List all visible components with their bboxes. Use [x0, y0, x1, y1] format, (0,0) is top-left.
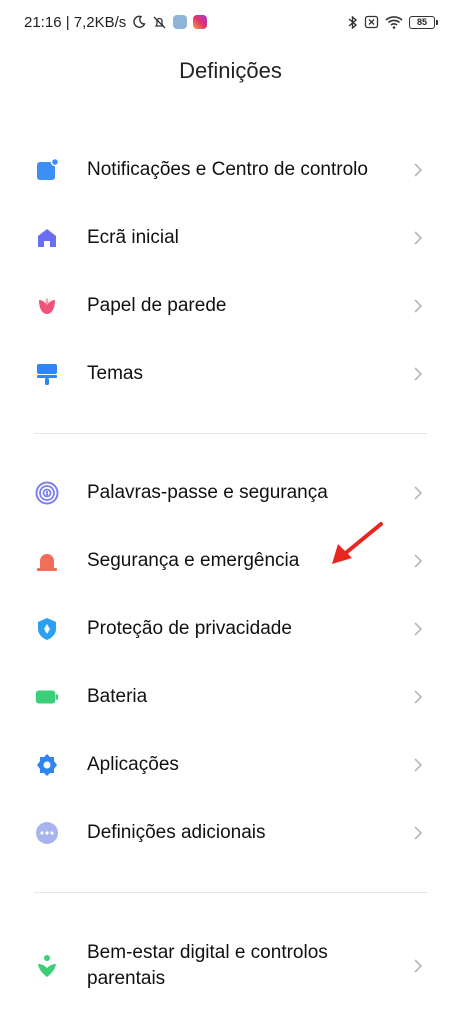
chevron-right-icon: [409, 229, 427, 247]
no-sim-icon: [364, 15, 379, 29]
app-notification-icon: [173, 15, 188, 29]
settings-item-passwords-security[interactable]: Palavras-passe e segurança: [0, 467, 461, 519]
settings-item-home-screen[interactable]: Ecrã inicial: [0, 212, 461, 264]
more-icon: [35, 821, 59, 845]
section-divider: [34, 892, 427, 893]
battery-icon: [35, 685, 59, 709]
status-time-info: 21:16 | 7,2KB/s: [24, 13, 127, 31]
chevron-right-icon: [409, 620, 427, 638]
wellbeing-icon: [35, 954, 59, 978]
chevron-right-icon: [409, 552, 427, 570]
settings-item-themes[interactable]: Temas: [0, 348, 461, 400]
moon-icon: [132, 15, 146, 29]
chevron-right-icon: [409, 365, 427, 383]
chevron-right-icon: [409, 297, 427, 315]
home-icon: [35, 226, 59, 250]
brush-icon: [35, 362, 59, 386]
instagram-icon: [193, 15, 208, 29]
chevron-right-icon: [409, 688, 427, 706]
settings-item-label: Bem-estar digital e controlos parentais: [87, 942, 328, 989]
red-arrow-icon: [326, 518, 386, 568]
gear-icon: [35, 753, 59, 777]
settings-item-notifications[interactable]: Notificações e Centro de controlo: [0, 132, 461, 208]
page-title: Definições: [179, 58, 282, 83]
chevron-right-icon: [409, 957, 427, 975]
tulip-icon: [35, 294, 59, 318]
settings-item-label: Aplicações: [87, 754, 179, 775]
battery-status-icon: 85: [409, 15, 438, 29]
status-bar: 21:16 | 7,2KB/s 85: [0, 0, 461, 44]
settings-item-additional[interactable]: Definições adicionais: [0, 807, 461, 859]
settings-item-label: Temas: [87, 363, 143, 384]
settings-item-safety-emergency[interactable]: Segurança e emergência: [0, 535, 461, 587]
settings-item-label: Ecrã inicial: [87, 227, 179, 248]
bell-muted-icon: [152, 15, 167, 30]
settings-item-label: Definições adicionais: [87, 822, 266, 843]
settings-item-wallpaper[interactable]: Papel de parede: [0, 280, 461, 332]
settings-item-label: Notificações e Centro de controlo: [87, 159, 368, 180]
bluetooth-icon: [347, 14, 358, 30]
settings-item-label: Palavras-passe e segurança: [87, 482, 328, 503]
settings-item-privacy[interactable]: Proteção de privacidade: [0, 603, 461, 655]
section-divider: [34, 433, 427, 434]
settings-item-battery[interactable]: Bateria: [0, 671, 461, 723]
alarm-light-icon: [35, 549, 59, 573]
settings-item-digital-wellbeing[interactable]: Bem-estar digital e controlos parentais: [0, 928, 461, 1004]
chevron-right-icon: [409, 484, 427, 502]
settings-item-label: Proteção de privacidade: [87, 618, 292, 639]
settings-item-label: Bateria: [87, 686, 148, 707]
settings-item-label: Papel de parede: [87, 295, 227, 316]
chevron-right-icon: [409, 756, 427, 774]
wifi-icon: [385, 15, 403, 29]
shield-icon: [35, 617, 59, 641]
chevron-right-icon: [409, 824, 427, 842]
notifications-icon: [35, 158, 59, 182]
fingerprint-icon: [35, 481, 59, 505]
settings-item-apps[interactable]: Aplicações: [0, 739, 461, 791]
chevron-right-icon: [409, 161, 427, 179]
